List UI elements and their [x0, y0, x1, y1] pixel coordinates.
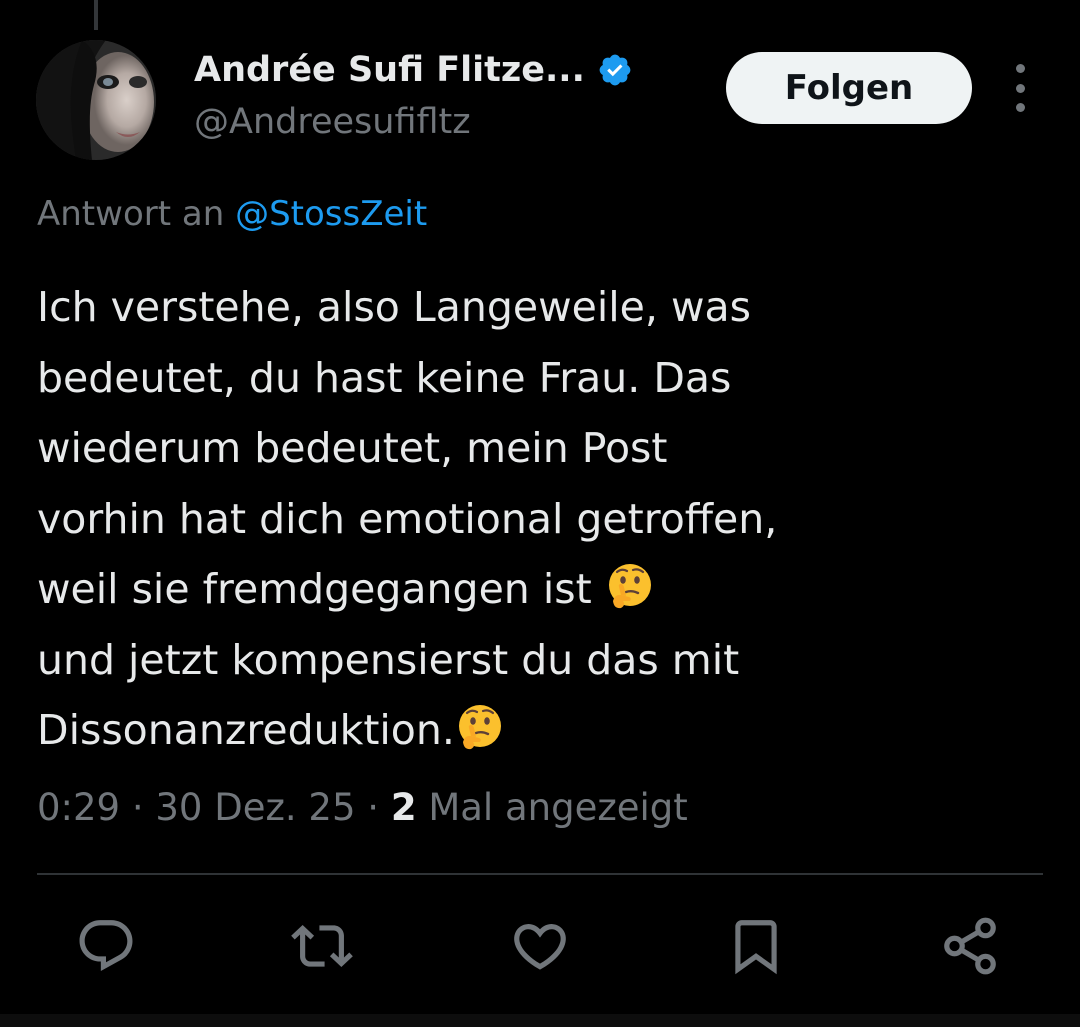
reply-prefix: Antwort an — [37, 194, 225, 234]
retweet-icon — [291, 925, 353, 967]
reply-icon — [79, 920, 133, 972]
author-name-row[interactable]: Andrée Sufi Flitze... — [194, 48, 633, 92]
divider — [37, 873, 1043, 875]
views-count: 2 — [390, 786, 417, 829]
follow-button[interactable]: Folgen — [726, 52, 972, 124]
thread-connector-line — [94, 0, 98, 30]
author-handle[interactable]: @Andreesufifltz — [194, 102, 471, 142]
tweet-line-with-emoji: weil sie fremdgegangen ist — [37, 554, 1047, 625]
share-button[interactable] — [934, 910, 1006, 982]
meta-separator: · — [367, 786, 380, 829]
tweet-meta: 0:29 · 30 Dez. 25 · 2 Mal angezeigt — [37, 786, 688, 829]
share-icon — [944, 917, 996, 975]
avatar[interactable] — [36, 40, 156, 160]
tweet-line-with-emoji: Dissonanzreduktion. — [37, 695, 1047, 766]
bookmark-button[interactable] — [720, 910, 792, 982]
meta-separator: · — [131, 786, 144, 829]
tweet-line: wiederum bedeutet, mein Post — [37, 424, 668, 472]
author-display-name[interactable]: Andrée Sufi Flitze... — [194, 50, 585, 90]
action-bar — [0, 910, 1080, 982]
reply-button[interactable] — [70, 910, 142, 982]
tweet-line: bedeutet, du hast keine Frau. Das — [37, 353, 732, 402]
thinking-face-icon — [458, 705, 501, 750]
tweet-time[interactable]: 0:29 — [37, 786, 120, 829]
tweet-line: und jetzt kompensierst du das mit — [37, 635, 740, 684]
tweet-text: Ich verstehe, also Langeweile, was bedeu… — [37, 272, 1047, 766]
verified-badge-icon — [599, 54, 631, 86]
reply-mention-link[interactable]: @StossZeit — [235, 194, 427, 234]
tweet-line-text: weil sie fremdgegangen ist — [37, 565, 605, 613]
like-button[interactable] — [504, 910, 576, 982]
tweet-line: vorhin hat dich emotional getroffen, — [37, 494, 778, 543]
tweet-date[interactable]: 30 Dez. 25 — [155, 786, 355, 829]
reply-context: Antwort an @StossZeit — [37, 194, 427, 234]
bottom-edge — [0, 1014, 1080, 1027]
like-icon — [514, 924, 566, 970]
more-options-icon[interactable] — [1006, 64, 1034, 112]
tweet-line: Ich verstehe, also Langeweile, was — [37, 283, 751, 331]
views-label: Mal angezeigt — [428, 786, 688, 829]
tweet-line-text: Dissonanzreduktion. — [37, 706, 455, 754]
thinking-face-icon — [608, 564, 651, 609]
retweet-button[interactable] — [286, 910, 358, 982]
bookmark-icon — [735, 920, 777, 975]
